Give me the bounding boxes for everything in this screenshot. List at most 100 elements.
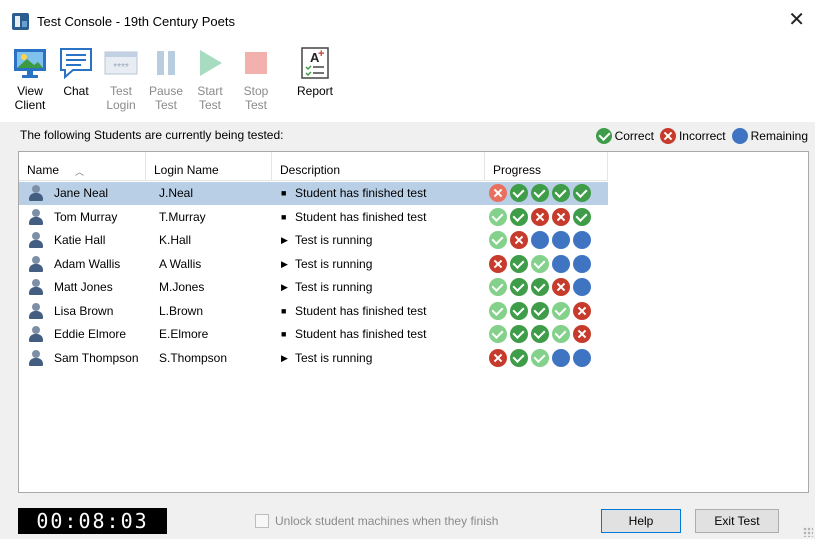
table-row[interactable]: Sam Thompson S.Thompson ▶ Test is running bbox=[19, 347, 608, 370]
student-status: Student has finished test bbox=[295, 209, 427, 224]
table-row[interactable]: Matt Jones M.Jones ▶ Test is running bbox=[19, 276, 608, 299]
incorrect-icon bbox=[659, 128, 676, 144]
table-row[interactable]: Tom Murray T.Murray ■ Student has finished … bbox=[19, 206, 608, 229]
students-list[interactable]: ︿ Name Login Name Description Progress J… bbox=[18, 151, 809, 493]
unlock-label: Unlock student machines when they finish bbox=[275, 514, 499, 528]
incorrect-icon bbox=[552, 207, 570, 226]
correct-icon bbox=[510, 207, 528, 226]
student-icon bbox=[29, 349, 43, 366]
test-login-label: Test Login bbox=[106, 84, 136, 112]
correct-icon bbox=[531, 184, 549, 202]
progress-indicators bbox=[489, 348, 594, 367]
student-status: Test is running bbox=[295, 350, 373, 365]
close-icon[interactable]: ✕ bbox=[788, 10, 805, 30]
start-test-button[interactable]: Start Test bbox=[192, 46, 228, 120]
correct-icon bbox=[510, 325, 528, 343]
correct-icon bbox=[552, 325, 570, 343]
test-timer: 00:08:03 bbox=[18, 508, 167, 534]
incorrect-icon bbox=[552, 278, 570, 296]
list-header: ︿ Name Login Name Description Progress bbox=[19, 152, 608, 181]
checkbox-box[interactable] bbox=[255, 514, 269, 528]
incorrect-icon bbox=[489, 254, 507, 273]
stop-test-label: Stop Test bbox=[243, 84, 269, 112]
correct-icon bbox=[531, 254, 549, 273]
student-status: Student has finished test bbox=[295, 303, 427, 318]
student-icon bbox=[29, 255, 43, 272]
incorrect-icon bbox=[573, 325, 591, 343]
running-icon: ▶ bbox=[281, 352, 288, 363]
report-icon: A + bbox=[298, 46, 332, 80]
correct-icon bbox=[489, 301, 507, 320]
password-icon: **** bbox=[104, 46, 138, 80]
monitor-icon bbox=[13, 46, 47, 80]
table-row[interactable]: Katie Hall K.Hall ▶ Test is running bbox=[19, 229, 608, 252]
window-title: Test Console - 19th Century Poets bbox=[37, 14, 235, 29]
chat-button[interactable]: Chat bbox=[58, 46, 94, 120]
student-login: K.Hall bbox=[159, 233, 192, 247]
student-status: Student has finished test bbox=[295, 186, 427, 200]
svg-text:+: + bbox=[318, 48, 324, 60]
running-icon: ▶ bbox=[281, 282, 288, 292]
table-row[interactable]: Jane Neal J.Neal ■ Student has finished tes… bbox=[19, 182, 608, 205]
title-bar: Test Console - 19th Century Poets ✕ bbox=[0, 0, 815, 44]
student-icon bbox=[29, 279, 43, 295]
correct-icon bbox=[531, 348, 549, 367]
correct-icon bbox=[531, 278, 549, 296]
view-client-button[interactable]: View Client bbox=[11, 46, 49, 120]
column-header-description[interactable]: Description bbox=[272, 152, 485, 180]
column-header-login[interactable]: Login Name bbox=[146, 152, 272, 180]
svg-text:****: **** bbox=[113, 62, 129, 73]
remaining-icon bbox=[573, 348, 591, 367]
legend: Correct Incorrect Remaining bbox=[590, 128, 808, 144]
finished-icon: ■ bbox=[281, 188, 287, 198]
student-icon bbox=[29, 185, 43, 201]
correct-icon bbox=[531, 301, 549, 320]
pause-test-button[interactable]: Pause Test bbox=[148, 46, 184, 120]
stop-icon bbox=[239, 46, 273, 80]
student-login: T.Murray bbox=[159, 209, 206, 224]
table-row[interactable]: Adam Wallis A Wallis ▶ Test is running bbox=[19, 253, 608, 276]
table-row[interactable]: Eddie Elmore E.Elmore ■ Student has finishe… bbox=[19, 323, 608, 346]
report-button[interactable]: A + Report bbox=[290, 46, 340, 120]
correct-icon bbox=[552, 301, 570, 320]
student-icon bbox=[29, 326, 43, 342]
progress-indicators bbox=[489, 184, 594, 202]
correct-icon bbox=[510, 254, 528, 273]
resize-grip[interactable] bbox=[803, 527, 813, 537]
remaining-icon bbox=[552, 254, 570, 273]
progress-indicators bbox=[489, 254, 594, 273]
unlock-checkbox[interactable]: Unlock student machines when they finish bbox=[255, 514, 498, 528]
student-name: Lisa Brown bbox=[54, 303, 114, 318]
correct-icon bbox=[510, 348, 528, 367]
remaining-icon bbox=[573, 231, 591, 249]
column-header-progress[interactable]: Progress bbox=[485, 152, 608, 180]
remaining-icon bbox=[531, 231, 549, 249]
student-login: J.Neal bbox=[159, 186, 194, 200]
incorrect-icon bbox=[489, 348, 507, 367]
incorrect-icon bbox=[531, 207, 549, 226]
student-name: Adam Wallis bbox=[54, 256, 121, 271]
toolbar: View Client Chat **** Test Login Pause T… bbox=[0, 44, 815, 122]
view-client-label: View Client bbox=[14, 84, 46, 112]
correct-icon bbox=[595, 128, 612, 144]
correct-icon bbox=[573, 207, 591, 226]
column-header-name[interactable]: ︿ Name bbox=[19, 152, 146, 180]
table-row[interactable]: Lisa Brown L.Brown ■ Student has finished t… bbox=[19, 300, 608, 323]
incorrect-icon bbox=[489, 184, 507, 202]
correct-icon bbox=[489, 325, 507, 343]
remaining-icon bbox=[573, 278, 591, 296]
student-status: Student has finished test bbox=[295, 327, 427, 341]
app-icon bbox=[12, 13, 29, 30]
test-login-button[interactable]: **** Test Login bbox=[101, 46, 141, 120]
legend-remaining: Remaining bbox=[750, 129, 808, 143]
correct-icon bbox=[531, 325, 549, 343]
help-button[interactable]: Help bbox=[601, 509, 681, 533]
incorrect-icon bbox=[573, 301, 591, 320]
student-icon bbox=[29, 232, 43, 248]
stop-test-button[interactable]: Stop Test bbox=[238, 46, 274, 120]
remaining-icon bbox=[552, 348, 570, 367]
student-icon bbox=[29, 302, 43, 319]
students-caption: The following Students are currently bei… bbox=[20, 128, 284, 142]
exit-test-button[interactable]: Exit Test bbox=[695, 509, 779, 533]
finished-icon: ■ bbox=[281, 211, 287, 222]
